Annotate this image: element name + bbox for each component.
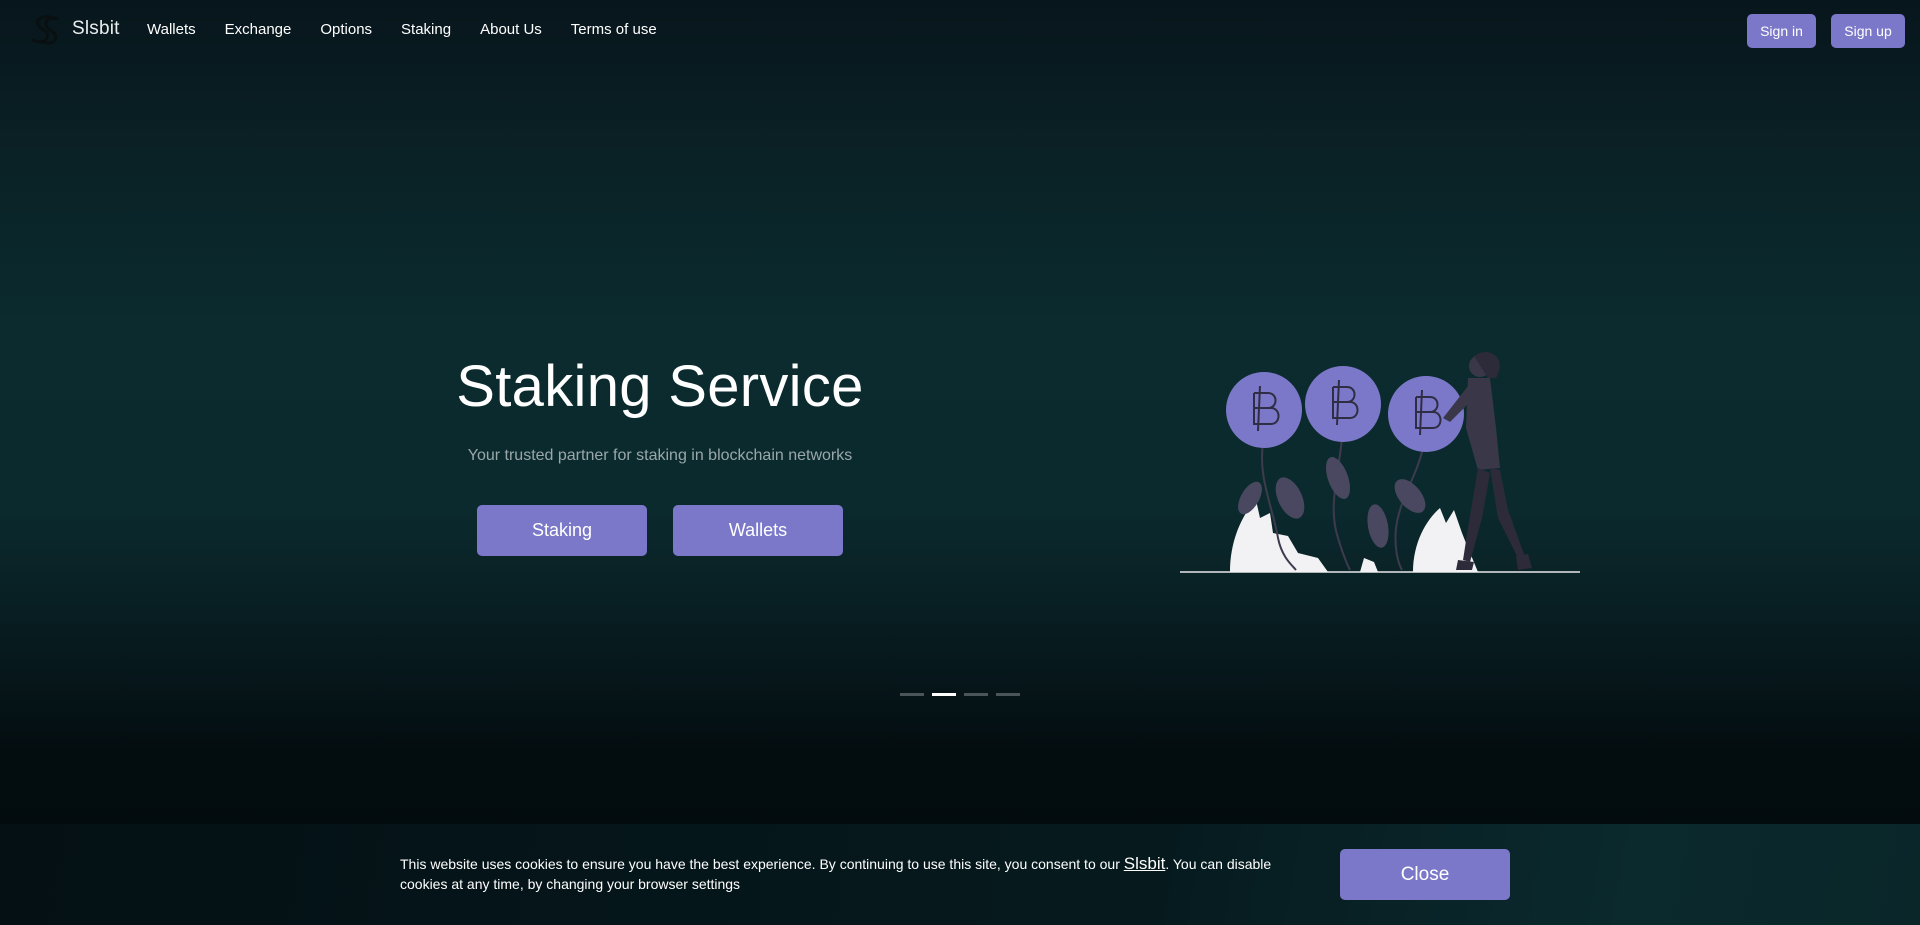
top-navbar: Slsbit Wallets Exchange Options Staking …: [0, 0, 1920, 60]
nav-options[interactable]: Options: [307, 19, 385, 40]
sign-up-button[interactable]: Sign up: [1831, 14, 1905, 48]
main-nav: Wallets Exchange Options Staking About U…: [134, 19, 673, 40]
sign-in-button[interactable]: Sign in: [1747, 14, 1816, 48]
cookie-link[interactable]: Slsbit: [1124, 854, 1166, 873]
nav-wallets[interactable]: Wallets: [134, 19, 209, 40]
hero-buttons: Staking Wallets: [440, 504, 880, 556]
nav-exchange[interactable]: Exchange: [212, 19, 305, 40]
cookie-text: This website uses cookies to ensure you …: [400, 854, 1280, 894]
brand[interactable]: Slsbit: [28, 12, 120, 46]
carousel-indicator-1[interactable]: [900, 693, 924, 696]
carousel-indicator-4[interactable]: [996, 693, 1020, 696]
nav-terms-of-use[interactable]: Terms of use: [558, 19, 670, 40]
carousel-indicator-2[interactable]: [932, 693, 956, 696]
hero-subtitle: Your trusted partner for staking in bloc…: [467, 446, 853, 464]
carousel-indicator-3[interactable]: [964, 693, 988, 696]
auth-buttons: Sign in Sign up: [1747, 14, 1905, 48]
carousel-indicators: [900, 693, 1020, 696]
nav-about-us[interactable]: About Us: [467, 19, 555, 40]
wallets-button[interactable]: Wallets: [673, 504, 843, 556]
brand-name: Slsbit: [72, 18, 120, 39]
hero-title: Staking Service: [456, 354, 864, 419]
nav-staking[interactable]: Staking: [388, 19, 464, 40]
cookie-text-before: This website uses cookies to ensure you …: [400, 856, 1124, 872]
bitcoin-plants-illustration: [1180, 352, 1580, 573]
cookie-close-button[interactable]: Close: [1340, 849, 1510, 900]
staking-button[interactable]: Staking: [477, 504, 647, 556]
cookie-banner: This website uses cookies to ensure you …: [0, 824, 1920, 925]
logo-icon: [30, 15, 59, 45]
hero-section: Staking Service Your trusted partner for…: [440, 355, 880, 556]
